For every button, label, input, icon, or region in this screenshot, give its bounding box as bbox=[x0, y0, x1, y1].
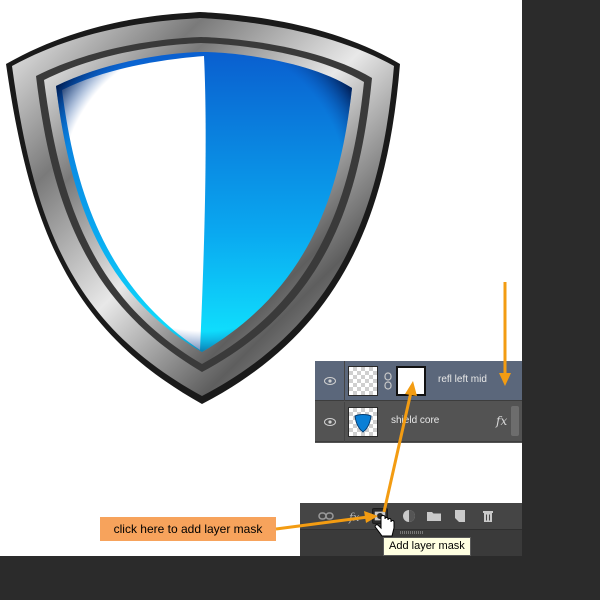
layer-row-shield-core[interactable]: shield core fx bbox=[315, 402, 522, 442]
instruction-callout: click here to add layer mask bbox=[100, 517, 276, 541]
eye-icon bbox=[324, 418, 336, 426]
new-layer-icon[interactable] bbox=[452, 508, 468, 524]
shield-artwork bbox=[6, 12, 400, 404]
folder-icon[interactable] bbox=[426, 508, 442, 524]
eye-icon bbox=[324, 377, 336, 385]
visibility-toggle[interactable] bbox=[315, 402, 345, 442]
link-icon[interactable] bbox=[318, 508, 334, 524]
layer-row-refl-left-mid[interactable]: refl left mid bbox=[315, 361, 522, 401]
fx-icon[interactable]: fx bbox=[347, 508, 363, 524]
link-mask-icon[interactable] bbox=[383, 372, 393, 390]
layer-thumbnail[interactable] bbox=[348, 366, 378, 396]
fx-icon[interactable]: fx bbox=[496, 414, 507, 428]
layer-thumbnail[interactable] bbox=[348, 407, 378, 437]
layer-name[interactable]: refl left mid bbox=[438, 374, 487, 385]
workspace-background-bottom bbox=[0, 556, 600, 600]
visibility-toggle[interactable] bbox=[315, 361, 345, 401]
add-layer-mask-icon[interactable] bbox=[372, 508, 388, 524]
panel-resize-grip[interactable] bbox=[400, 531, 424, 534]
adjustment-layer-icon[interactable] bbox=[401, 508, 417, 524]
layer-mask-thumbnail[interactable] bbox=[396, 366, 426, 396]
shield-thumb-icon bbox=[354, 414, 372, 433]
tooltip-add-layer-mask: Add layer mask bbox=[383, 537, 471, 556]
trash-icon[interactable] bbox=[480, 508, 496, 524]
layer-expand-toggle[interactable] bbox=[511, 406, 519, 436]
svg-text:fx: fx bbox=[348, 511, 360, 524]
layer-name[interactable]: shield core bbox=[391, 415, 439, 426]
layers-panel: refl left mid shield core fx bbox=[315, 361, 522, 443]
workspace-background-right bbox=[522, 0, 600, 600]
toolbar-strip: fx bbox=[300, 503, 522, 530]
